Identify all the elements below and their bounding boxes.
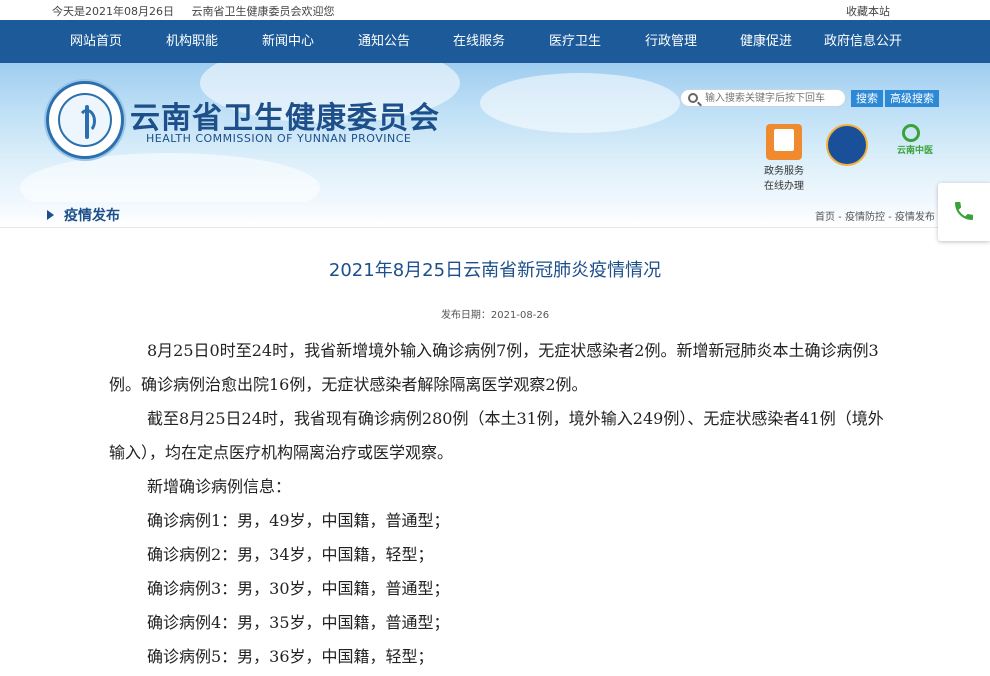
- welcome-text: 云南省卫生健康委员会欢迎您: [191, 5, 335, 18]
- emblem-snake: [78, 109, 96, 133]
- nav-item-notices[interactable]: 通知公告: [358, 20, 410, 63]
- article-paragraph: 确诊病例4：男，35岁，中国籍，普通型；: [147, 613, 450, 632]
- gov-service-label-line1: 政务服务: [764, 166, 804, 177]
- article-paragraph: 确诊病例1：男，49岁，中国籍，普通型；: [147, 511, 450, 530]
- nav-item-medical[interactable]: 医疗卫生: [549, 20, 601, 63]
- breadcrumb[interactable]: 首页 - 疫情防控 - 疫情发布: [815, 208, 935, 223]
- search-icon: [688, 93, 698, 103]
- nav-item-gov-info[interactable]: 政府信息公开: [824, 20, 902, 63]
- nav-item-functions[interactable]: 机构职能: [166, 20, 218, 63]
- tcm-circle-icon: [902, 124, 920, 142]
- nav-item-home[interactable]: 网站首页: [70, 20, 122, 63]
- nav-item-health-promotion[interactable]: 健康促进: [740, 20, 792, 63]
- article-paragraph: 截至8月25日24时，我省现有确诊病例280例（本土31例，境外输入249例）、…: [109, 409, 884, 462]
- search-box: [680, 89, 846, 107]
- top-utility-bar: 今天是2021年08月26日 云南省卫生健康委员会欢迎您 收藏本站: [0, 0, 990, 20]
- org-name-en: HEALTH COMMISSION OF YUNNAN PROVINCE: [146, 132, 412, 145]
- article-paragraph: 8月25日0时至24时，我省新增境外输入确诊病例7例，无症状感染者2例。新增新冠…: [109, 341, 879, 394]
- bookmark-link[interactable]: 收藏本站: [846, 3, 890, 19]
- today-date: 今天是2021年08月26日: [52, 5, 174, 18]
- article-paragraph: 确诊病例3：男，30岁，中国籍，普通型；: [147, 579, 450, 598]
- badge-icon: [826, 124, 868, 166]
- publish-date: 发布日期：2021-08-26: [440, 310, 550, 321]
- article-paragraph: 确诊病例2：男，34岁，中国籍，轻型；: [147, 545, 434, 564]
- article-title: 2021年8月25日云南省新冠肺炎疫情情况: [328, 260, 662, 281]
- advanced-search-button[interactable]: 高级搜索: [885, 90, 939, 107]
- section-title: 疫情发布: [64, 208, 120, 224]
- floating-phone-button[interactable]: [938, 183, 990, 241]
- article-paragraph: 确诊病例5：男，36岁，中国籍，轻型；: [147, 647, 434, 666]
- yunnan-tcm-link[interactable]: 云南中医: [890, 124, 933, 156]
- header-banner: 云南省卫生健康委员会 HEALTH COMMISSION OF YUNNAN P…: [0, 63, 990, 202]
- nav-item-online-service[interactable]: 在线服务: [453, 20, 505, 63]
- nav-item-admin[interactable]: 行政管理: [645, 20, 697, 63]
- article-paragraph: 新增确诊病例信息：: [147, 477, 292, 496]
- badge-link[interactable]: [826, 124, 868, 166]
- phone-icon: [955, 202, 973, 220]
- org-name-cn: 云南省卫生健康委员会: [130, 101, 440, 136]
- gov-service-label-line2: 在线办理: [764, 181, 804, 192]
- commission-emblem-logo[interactable]: [46, 81, 124, 159]
- gov-service-icon: [766, 124, 802, 160]
- article-body: 8月25日0时至24时，我省新增境外输入确诊病例7例，无症状感染者2例。新增新冠…: [109, 334, 889, 674]
- yunnan-tcm-icon: 云南中医: [890, 124, 933, 156]
- emblem-inner: [58, 93, 112, 147]
- top-left-info: 今天是2021年08月26日 云南省卫生健康委员会欢迎您: [52, 3, 349, 19]
- nav-item-news[interactable]: 新闻中心: [262, 20, 314, 63]
- gov-service-link[interactable]: 政务服务 在线办理: [764, 124, 804, 192]
- search-button[interactable]: 搜索: [851, 90, 883, 107]
- cloud-decoration: [20, 153, 320, 202]
- main-nav: 网站首页 机构职能 新闻中心 通知公告 在线服务 医疗卫生 行政管理 健康促进 …: [0, 20, 990, 63]
- cloud-decoration: [480, 73, 680, 133]
- yunnan-tcm-text: 云南中医: [896, 146, 933, 156]
- section-breadcrumb-bar: 疫情发布 首页 - 疫情防控 - 疫情发布: [0, 202, 990, 228]
- search-input[interactable]: [705, 91, 843, 105]
- section-arrow-icon: [47, 210, 54, 220]
